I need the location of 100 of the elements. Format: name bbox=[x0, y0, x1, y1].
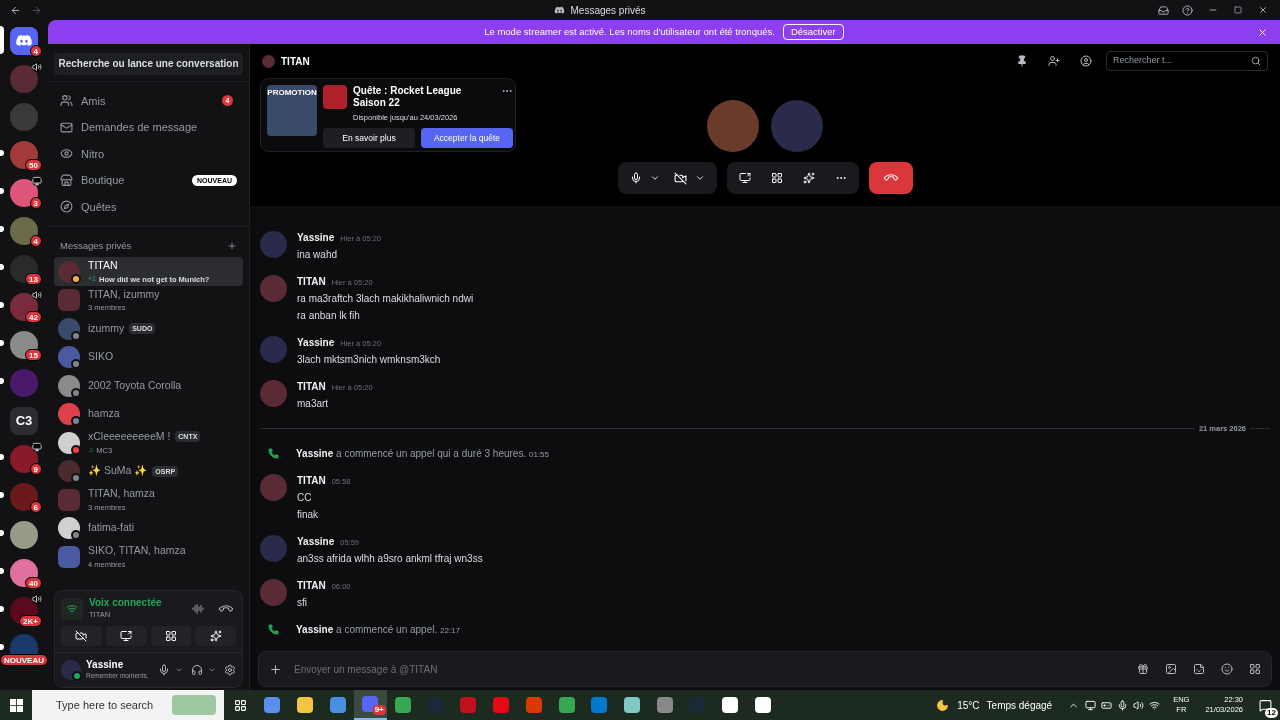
nav-item[interactable]: Demandes de message bbox=[54, 114, 243, 141]
add-user-icon[interactable] bbox=[1048, 55, 1060, 67]
quest-title: Quête : Rocket League Saison 22 bbox=[353, 85, 463, 109]
search-field[interactable]: Rechercher t... bbox=[1106, 51, 1268, 71]
camera-off-icon[interactable] bbox=[673, 171, 687, 185]
nav-label: Quêtes bbox=[81, 199, 118, 215]
dm-name: fatima-fati bbox=[88, 520, 135, 536]
server-icon[interactable] bbox=[10, 178, 38, 207]
soundboard-icon[interactable] bbox=[802, 172, 815, 184]
message-field[interactable]: Envoyer un message à @TITAN bbox=[258, 651, 1272, 687]
nav-item[interactable]: Quêtes bbox=[54, 193, 243, 220]
close-icon[interactable] bbox=[1258, 5, 1268, 15]
nav-label: Nitro bbox=[81, 146, 106, 162]
server-icon[interactable] bbox=[10, 254, 38, 283]
activities-button[interactable] bbox=[150, 626, 192, 647]
wifi-icon[interactable] bbox=[1149, 699, 1161, 711]
server-icon[interactable] bbox=[10, 140, 38, 169]
nav-label: Amis bbox=[81, 93, 107, 109]
message-author: Yassine bbox=[297, 230, 335, 245]
caret-icon[interactable] bbox=[649, 173, 660, 183]
grid-icon bbox=[164, 630, 177, 643]
search-button[interactable]: Recherche ou lance une conversation bbox=[54, 52, 243, 75]
accept-quest-button[interactable]: Accepter la quête bbox=[421, 128, 513, 149]
server-icon[interactable] bbox=[10, 520, 38, 549]
caret-icon[interactable] bbox=[694, 173, 705, 183]
taskbar-search-field[interactable]: Type here to search bbox=[32, 690, 224, 720]
header-title: TITAN bbox=[281, 54, 310, 69]
emoji-icon[interactable] bbox=[1221, 663, 1233, 675]
taskbar-app[interactable]: 9+ bbox=[354, 690, 387, 720]
screen-share-button[interactable] bbox=[105, 626, 147, 647]
server-icon[interactable] bbox=[10, 330, 38, 359]
dm-name: xCleeeeeeeeeM ! bbox=[88, 429, 171, 444]
weather-text: Temps dégagé bbox=[986, 698, 1053, 713]
dm-item[interactable]: SIKO bbox=[54, 342, 243, 372]
speaker-icon[interactable] bbox=[1133, 699, 1145, 711]
hang-up-button[interactable] bbox=[868, 162, 913, 194]
weather-temp: 15°C bbox=[957, 698, 980, 713]
camera-off-button[interactable] bbox=[61, 626, 102, 647]
apps-icon[interactable] bbox=[1249, 663, 1261, 675]
unread-badge: 42 bbox=[25, 311, 42, 323]
dm-name: 2002 Toyota Corolla bbox=[88, 377, 182, 393]
dm-name: SIKO, TITAN, hamza bbox=[88, 543, 186, 558]
pin-icon[interactable] bbox=[1016, 55, 1028, 67]
server-icon[interactable]: C3 bbox=[10, 406, 38, 435]
message-text: ra anban lk fih bbox=[297, 308, 361, 323]
activities-icon[interactable] bbox=[770, 172, 783, 184]
notification-count: 12 bbox=[1265, 707, 1278, 718]
message-author: Yassine bbox=[297, 535, 335, 549]
unread-badge: 2K+ bbox=[19, 615, 42, 627]
help-icon[interactable] bbox=[1182, 4, 1193, 16]
dm-name: hamza bbox=[88, 406, 120, 422]
banner-text: Le mode streamer est activé. Les noms d'utilisateur ont été tronqués. bbox=[484, 24, 775, 39]
notifications-icon[interactable] bbox=[1259, 698, 1272, 712]
section-header: Messages privés bbox=[60, 239, 132, 253]
nav-label: Boutique bbox=[81, 173, 126, 188]
message-text: sfi bbox=[297, 596, 308, 610]
dm-name: ✨ SuMa ✨ bbox=[88, 463, 148, 479]
nav-icon bbox=[60, 147, 73, 161]
dm-item[interactable]: fatima-fati bbox=[54, 513, 243, 543]
soundboard-button[interactable] bbox=[195, 626, 236, 647]
user-avatar bbox=[61, 660, 81, 681]
forward-icon[interactable] bbox=[31, 4, 42, 16]
learn-more-button[interactable]: En savoir plus bbox=[323, 128, 415, 149]
sticker-icon[interactable] bbox=[1193, 663, 1205, 675]
nav-item[interactable]: Nitro bbox=[54, 140, 243, 167]
dm-name: TITAN, izummy bbox=[88, 286, 160, 302]
settings-icon[interactable] bbox=[224, 664, 236, 677]
microphone-icon[interactable] bbox=[629, 172, 642, 184]
dm-item[interactable]: hamza bbox=[54, 399, 243, 429]
phone-icon bbox=[268, 624, 279, 635]
close-icon[interactable] bbox=[1257, 26, 1268, 38]
microphone-icon[interactable] bbox=[1117, 699, 1129, 711]
monitor-icon[interactable] bbox=[1085, 699, 1097, 711]
back-icon[interactable] bbox=[10, 4, 21, 16]
message-text: finak bbox=[297, 508, 320, 522]
headphones-icon[interactable] bbox=[191, 664, 203, 677]
dm-name: TITAN, hamza bbox=[88, 486, 155, 501]
nav-icon bbox=[60, 120, 73, 134]
message-text: an3ss afrida wlhh a9sro ankml tfraj wn3ss bbox=[297, 552, 483, 566]
gif-icon[interactable] bbox=[1165, 663, 1177, 675]
home-button[interactable] bbox=[10, 26, 38, 55]
gamepad-icon[interactable] bbox=[1101, 699, 1113, 711]
server-icon[interactable] bbox=[10, 444, 38, 473]
disable-button[interactable]: Désactiver bbox=[782, 24, 844, 40]
dm-item[interactable]: 2002 Toyota Corolla bbox=[54, 371, 243, 400]
microphone-icon[interactable] bbox=[158, 664, 170, 677]
server-icon[interactable] bbox=[10, 558, 38, 587]
gift-icon[interactable] bbox=[1137, 663, 1149, 675]
message-text: ra ma3raftch 3lach makikhaliwnich ndwi bbox=[297, 291, 474, 306]
screen-share-icon[interactable] bbox=[738, 172, 751, 184]
camera-off-icon bbox=[75, 630, 88, 643]
plus-icon[interactable] bbox=[269, 662, 282, 676]
call-message: Yassine a commencé un appel qui a duré 3 heures. 01:55 bbox=[296, 447, 549, 461]
dm-name: SIKO bbox=[88, 349, 114, 365]
inbox-icon[interactable] bbox=[1158, 4, 1169, 16]
app-badge: 9+ bbox=[372, 705, 386, 715]
profile-icon[interactable] bbox=[1080, 55, 1092, 67]
message-author: TITAN bbox=[297, 474, 326, 488]
unread-badge: 13 bbox=[25, 273, 42, 285]
maximize-icon[interactable] bbox=[1234, 6, 1242, 14]
